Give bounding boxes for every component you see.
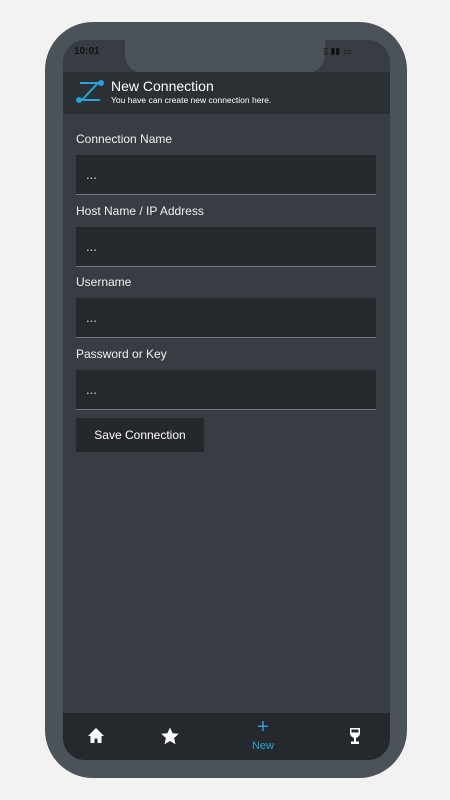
nav-favorites[interactable] [140, 713, 200, 760]
username-label: Username [76, 275, 132, 289]
nav-extras[interactable] [325, 713, 385, 760]
username-input[interactable] [76, 298, 376, 338]
connection-logo-icon [76, 80, 104, 103]
plus-icon: + [257, 716, 269, 738]
host-name-input[interactable] [76, 227, 376, 267]
bottom-nav: + New [63, 713, 390, 760]
nav-home[interactable] [66, 713, 126, 760]
page-title: New Connection [111, 78, 214, 94]
password-input[interactable] [76, 370, 376, 410]
notch [125, 40, 325, 73]
home-icon [88, 728, 104, 743]
save-connection-button[interactable]: Save Connection [76, 418, 204, 452]
star-icon [161, 727, 179, 745]
status-indicators: ▯ ▮▮ ▭ [323, 46, 352, 56]
app-bar: New Connection You have can create new c… [63, 72, 390, 114]
wine-glass-icon [350, 728, 360, 744]
page-subtitle: You have can create new connection here. [111, 95, 272, 105]
nav-new-label: New [251, 740, 274, 752]
status-time: 10:01 [74, 46, 100, 57]
connection-name-label: Connection Name [76, 132, 173, 146]
nav-new[interactable]: + New [233, 713, 293, 760]
password-label: Password or Key [76, 347, 167, 361]
host-name-label: Host Name / IP Address [76, 204, 204, 218]
connection-name-input[interactable] [76, 155, 376, 195]
